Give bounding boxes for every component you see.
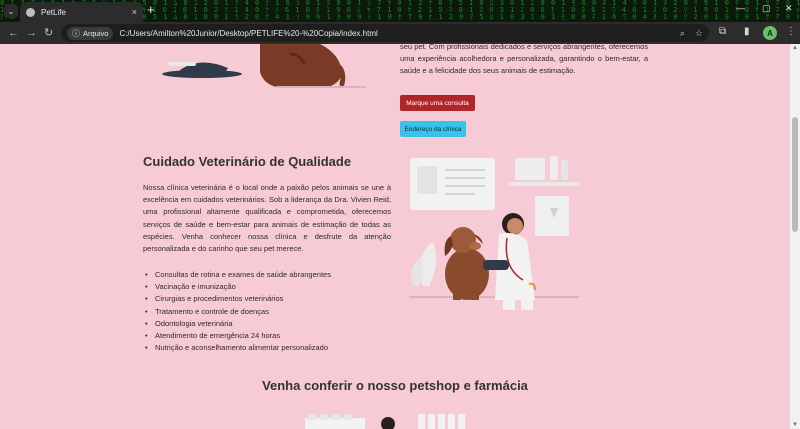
url-text[interactable]: C:/Users/Amilton%20Junior/Desktop/PETLIF… xyxy=(119,29,669,38)
side-panel-icon[interactable]: ▮ xyxy=(744,26,750,37)
scrollbar-thumb[interactable] xyxy=(792,117,798,232)
service-item: Atendimento de emergência 24 horas xyxy=(155,330,331,342)
tab-title: PetLife xyxy=(41,8,132,17)
services-list: Consultas de rotina e exames de saúde ab… xyxy=(155,269,331,354)
page-scrollbar[interactable]: ▲ ▼ xyxy=(790,44,800,429)
forward-icon[interactable]: → xyxy=(26,26,37,40)
back-icon[interactable]: ← xyxy=(8,26,19,40)
bookmark-star-icon[interactable]: ☆ xyxy=(695,28,703,39)
profile-avatar[interactable]: A xyxy=(763,26,777,40)
service-item: Cirurgias e procedimentos veterinários xyxy=(155,293,331,305)
section-title-petshop: Venha conferir o nosso petshop e farmáci… xyxy=(0,378,790,393)
scroll-up-icon[interactable]: ▲ xyxy=(792,45,798,51)
page-content: seu pet. Com profissionais dedicados e s… xyxy=(0,44,790,429)
service-item: Nutrição e aconselhamento alimentar pers… xyxy=(155,342,331,354)
scroll-down-icon[interactable]: ▼ xyxy=(792,422,798,428)
service-item: Tratamento e controle de doenças xyxy=(155,306,331,318)
close-window-button[interactable]: ✕ xyxy=(785,3,793,14)
section-title-vet: Cuidado Veterinário de Qualidade xyxy=(143,154,351,169)
browser-tab-bar: 0 1 ｱ 7 ﾊ 0 1 ｾ 3 9 ﾐ 1 0 ｷ 5 0 1 ﾑ 8 ｺ … xyxy=(0,0,800,22)
close-tab-icon[interactable]: × xyxy=(132,7,137,17)
menu-kebab-icon[interactable]: ⋮ xyxy=(786,26,796,37)
pets-lying-illustration xyxy=(140,44,370,96)
info-icon: ⓘ xyxy=(72,28,80,39)
extensions-icon[interactable]: ⧉ xyxy=(719,26,726,37)
new-tab-button[interactable]: + xyxy=(147,3,155,17)
vet-with-dog-illustration xyxy=(405,156,585,316)
browser-tab[interactable]: PetLife × xyxy=(20,2,143,22)
intro-text: seu pet. Com profissionais dedicados e s… xyxy=(400,44,648,77)
reload-icon[interactable]: ↻ xyxy=(44,26,53,40)
browser-toolbar: ← → ↻ ⓘ Arquivo C:/Users/Amilton%20Junio… xyxy=(0,22,800,44)
globe-icon xyxy=(26,8,35,17)
zoom-icon[interactable]: ⌕ xyxy=(680,28,685,39)
petshop-illustration xyxy=(300,410,480,429)
tab-search-button[interactable]: ⌄ xyxy=(4,4,18,18)
minimize-button[interactable]: — xyxy=(736,3,745,13)
maximize-button[interactable]: ▢ xyxy=(762,3,771,14)
site-info-chip[interactable]: ⓘ Arquivo xyxy=(67,27,113,40)
address-bar[interactable]: ⓘ Arquivo C:/Users/Amilton%20Junior/Desk… xyxy=(61,24,709,42)
service-item: Consultas de rotina e exames de saúde ab… xyxy=(155,269,331,281)
book-appointment-button[interactable]: Marque uma consulta xyxy=(400,95,475,111)
service-item: Odontologia veterinária xyxy=(155,318,331,330)
vet-description: Nossa clínica veterinária é o local onde… xyxy=(143,182,391,255)
clinic-address-button[interactable]: Endereço da clínica xyxy=(400,121,466,137)
service-item: Vacinação e imunização xyxy=(155,281,331,293)
